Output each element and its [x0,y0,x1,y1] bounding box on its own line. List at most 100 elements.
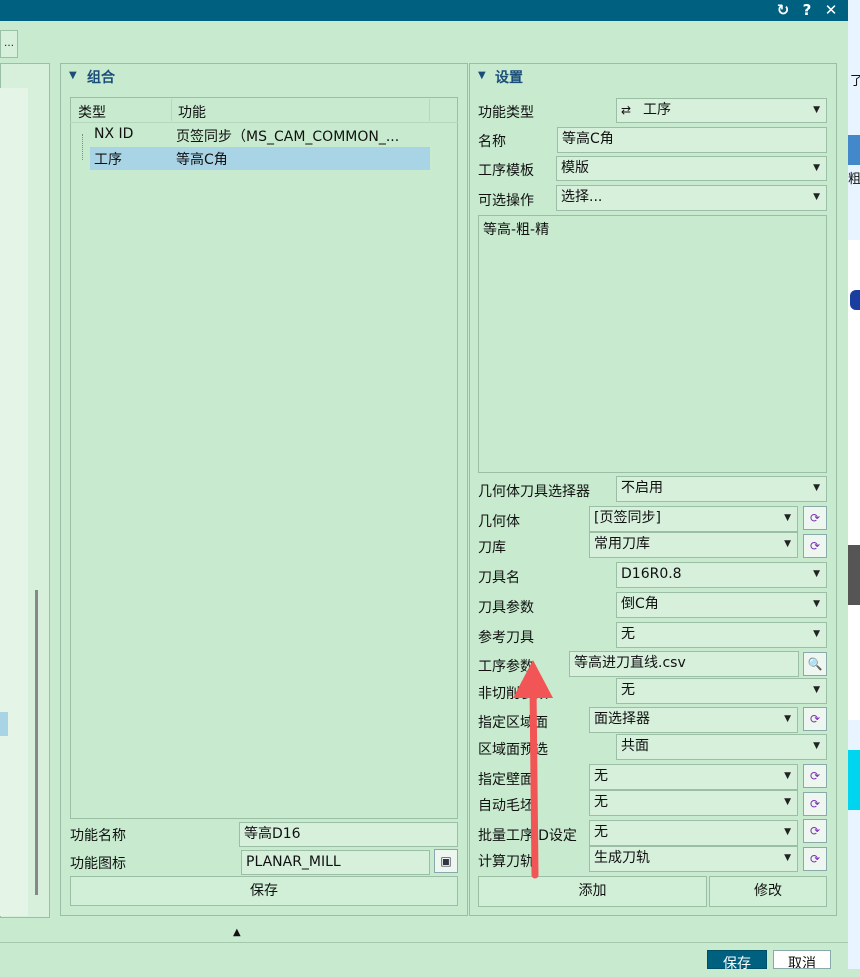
chevron-down-icon: ▼ [784,513,791,523]
func-type-dropdown[interactable]: ⇄ 工序 ▼ [616,98,827,123]
outside-shape [848,750,860,810]
geo-tool-selector-label: 几何体刀具选择器 [478,484,590,500]
outside-canvas [848,240,860,720]
refresh-icon[interactable]: ⟳ [803,707,827,731]
collapse-button[interactable]: … [0,30,18,58]
template-label: 工序模板 [478,163,534,179]
tool-lib-label: 刀库 [478,540,506,556]
tool-name-value: D16R0.8 [621,566,682,582]
column-divider [429,99,430,121]
left-list-selection [0,712,8,736]
area-value: 面选择器 [594,711,650,727]
add-button[interactable]: 添加 [478,876,707,907]
op-param-field[interactable]: 等高进刀直线.csv [569,651,799,677]
save-button[interactable]: 保存 [707,950,767,972]
tree-row-type[interactable]: 工序 [94,149,122,169]
func-name-field[interactable]: 等高D16 [239,822,458,847]
tool-lib-value: 常用刀库 [594,536,650,552]
batch-id-dropdown[interactable]: 无 ▼ [589,820,798,846]
tree-row-selected[interactable] [90,147,430,170]
column-divider [171,99,172,121]
chevron-down-icon: ▼ [813,599,820,609]
close-icon[interactable]: ✕ [820,0,842,21]
area-dropdown[interactable]: 面选择器 ▼ [589,707,798,733]
calc-path-dropdown[interactable]: 生成刀轨 ▼ [589,846,798,872]
group-panel-title: 组合 [87,70,115,86]
refresh-icon[interactable]: ⟳ [803,819,827,843]
outside-icon [848,135,860,165]
noncut-value: 无 [621,682,635,698]
operation-list-textarea[interactable]: 等高-粗-精 [478,215,827,473]
refresh-icon[interactable]: ⟳ [803,764,827,788]
expand-up-icon[interactable]: ▲ [233,927,241,938]
tree-header [70,97,458,123]
modify-button[interactable]: 修改 [709,876,827,907]
outside-shape [848,545,860,605]
tree-row-type[interactable]: NX ID [94,126,133,142]
auto-blank-value: 无 [594,794,608,810]
column-header-function[interactable]: 功能 [178,102,206,122]
tree-row-function[interactable]: 页签同步（MS_CAM_COMMON_... [176,126,399,146]
chevron-down-icon: ▼ [784,853,791,863]
template-dropdown[interactable]: 模版 ▼ [556,156,827,181]
chevron-down-icon: ▼ [813,685,820,695]
tool-param-label: 刀具参数 [478,600,534,616]
chevron-down-icon: ▼ [813,483,820,493]
chevron-down-icon: ▼ [784,827,791,837]
func-icon-field[interactable]: PLANAR_MILL [241,850,430,875]
tool-param-value: 倒C角 [621,596,659,612]
collapse-triangle-icon[interactable]: ▼ [69,70,77,81]
chevron-down-icon: ▼ [784,771,791,781]
geo-tool-selector-value: 不启用 [621,480,663,496]
calc-path-value: 生成刀轨 [594,850,650,866]
browse-file-icon[interactable]: 🔍 [803,652,827,676]
chevron-down-icon: ▼ [813,569,820,579]
tool-param-dropdown[interactable]: 倒C角 ▼ [616,592,827,618]
name-field[interactable]: 等高C角 [557,127,827,153]
column-header-type[interactable]: 类型 [78,102,106,122]
ref-tool-dropdown[interactable]: 无 ▼ [616,622,827,648]
geometry-value: [页签同步] [594,510,661,526]
refresh-icon[interactable]: ⟳ [803,506,827,530]
title-bar [0,0,848,21]
collapse-triangle-icon[interactable]: ▼ [478,70,486,81]
ref-tool-label: 参考刀具 [478,630,534,646]
chevron-down-icon: ▼ [813,163,820,173]
outside-text: 了 [850,74,860,89]
settings-panel-title: 设置 [495,70,523,86]
ref-tool-value: 无 [621,626,635,642]
tool-name-dropdown[interactable]: D16R0.8 ▼ [616,562,827,588]
optional-dropdown[interactable]: 选择... ▼ [556,185,827,211]
chevron-down-icon: ▼ [813,629,820,639]
annotation-arrow [513,660,553,879]
left-scrollbar[interactable] [35,590,38,895]
area-preselect-value: 共面 [621,738,649,754]
area-preselect-dropdown[interactable]: 共面 ▼ [616,734,827,760]
tree-line [82,134,83,160]
refresh-icon[interactable]: ⟳ [803,792,827,816]
tool-lib-dropdown[interactable]: 常用刀库 ▼ [589,532,798,558]
batch-id-value: 无 [594,824,608,840]
auto-blank-dropdown[interactable]: 无 ▼ [589,790,798,816]
cancel-button[interactable]: 取消 [773,950,831,969]
help-icon[interactable]: ? [796,0,818,21]
group-save-button[interactable]: 保存 [70,876,458,906]
geo-tool-selector-dropdown[interactable]: 不启用 ▼ [616,476,827,502]
func-type-label: 功能类型 [478,105,534,121]
wall-dropdown[interactable]: 无 ▼ [589,764,798,790]
refresh-icon[interactable]: ↻ [772,0,794,21]
chevron-down-icon: ▼ [813,741,820,751]
optional-value: 选择... [561,189,603,205]
noncut-dropdown[interactable]: 无 ▼ [616,678,827,704]
refresh-icon[interactable]: ⟳ [803,847,827,871]
refresh-icon[interactable]: ⟳ [803,534,827,558]
geometry-dropdown[interactable]: [页签同步] ▼ [589,506,798,532]
wall-value: 无 [594,768,608,784]
geometry-label: 几何体 [478,514,520,530]
outside-text: 粗 [848,172,860,187]
tree-row-function[interactable]: 等高C角 [176,149,228,169]
tool-name-label: 刀具名 [478,570,520,586]
func-icon-label: 功能图标 [70,856,126,872]
image-picker-icon[interactable]: ▣ [434,849,458,873]
chevron-down-icon: ▼ [813,192,820,202]
